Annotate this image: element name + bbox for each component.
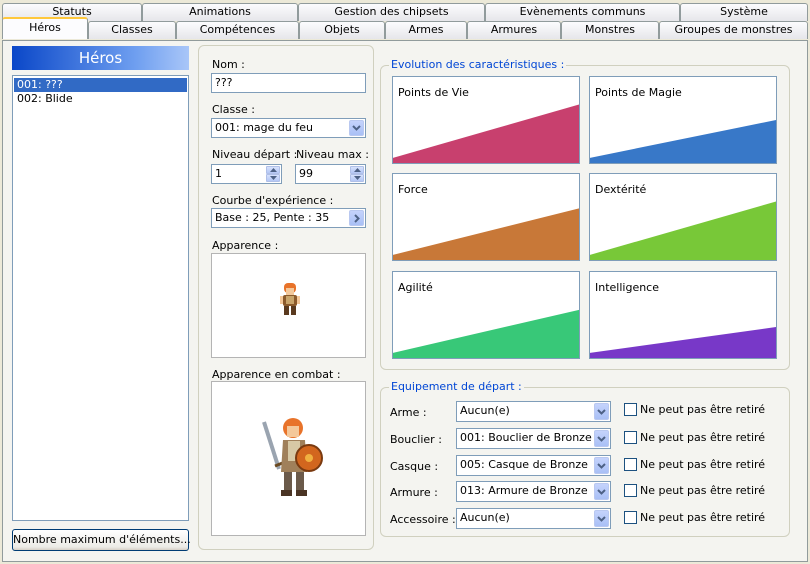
tab-classes[interactable]: Classes bbox=[88, 21, 176, 39]
stat-chart-mp[interactable]: Points de Magie bbox=[589, 76, 777, 164]
appearance-preview[interactable] bbox=[211, 253, 366, 358]
stat-chart-force[interactable]: Force bbox=[392, 173, 580, 261]
fixed-checkbox-label: Ne peut pas être retiré bbox=[640, 458, 766, 471]
equip-select[interactable]: Aucun(e) bbox=[456, 508, 611, 529]
spin-down-icon[interactable] bbox=[266, 174, 280, 182]
level-max-value: 99 bbox=[299, 167, 313, 180]
equip-value: 005: Casque de Bronze bbox=[460, 458, 588, 471]
stat-growth-area bbox=[590, 120, 776, 163]
equip-select[interactable]: 001: Bouclier de Bronze bbox=[456, 428, 611, 449]
stat-title: Points de Vie bbox=[398, 86, 469, 99]
tab-heros[interactable]: Héros bbox=[2, 17, 88, 39]
class-value: 001: mage du feu bbox=[215, 121, 313, 134]
fixed-checkbox-label: Ne peut pas être retiré bbox=[640, 511, 766, 524]
exp-label: Courbe d'expérience : bbox=[212, 194, 334, 207]
chevron-down-icon[interactable] bbox=[349, 120, 364, 136]
stat-growth-area bbox=[590, 327, 776, 358]
battle-appearance-preview[interactable] bbox=[211, 381, 366, 536]
max-elements-button[interactable]: Nombre maximum d'éléments... bbox=[12, 529, 191, 551]
battler-sprite bbox=[262, 418, 323, 496]
list-header: Héros bbox=[12, 46, 189, 70]
equip-value: Aucun(e) bbox=[460, 404, 510, 417]
stat-title: Force bbox=[398, 183, 428, 196]
stat-title: Intelligence bbox=[595, 281, 660, 294]
stat-chart-dexterite[interactable]: Dextérité bbox=[589, 173, 777, 261]
fixed-checkbox[interactable] bbox=[624, 511, 637, 524]
stat-chart-intelligence[interactable]: Intelligence bbox=[589, 271, 777, 359]
tab-evenements-communs[interactable]: Evènements communs bbox=[485, 3, 680, 21]
spin-up-icon[interactable] bbox=[266, 166, 280, 174]
name-input[interactable]: ??? bbox=[211, 73, 366, 93]
exp-value: Base : 25, Pente : 35 bbox=[215, 211, 330, 224]
equip-value: 001: Bouclier de Bronze bbox=[460, 431, 592, 444]
stat-title: Dextérité bbox=[595, 183, 647, 196]
equip-select[interactable]: 013: Armure de Bronze bbox=[456, 481, 611, 502]
stat-growth-area bbox=[393, 309, 579, 358]
tab-row-bottom: Héros Classes Compétences Objets Armes A… bbox=[0, 17, 810, 39]
chevron-down-icon[interactable] bbox=[594, 403, 609, 420]
chevron-right-icon[interactable] bbox=[349, 210, 364, 226]
equip-value: 013: Armure de Bronze bbox=[460, 484, 588, 497]
fixed-checkbox[interactable] bbox=[624, 431, 637, 444]
equipment-legend: Equipement de départ : bbox=[389, 380, 524, 393]
stat-title: Agilité bbox=[398, 281, 433, 294]
fixed-checkbox[interactable] bbox=[624, 458, 637, 471]
hero-sprite bbox=[280, 283, 300, 315]
tab-groupes-monstres[interactable]: Groupes de monstres bbox=[659, 21, 808, 39]
appearance-label: Apparence : bbox=[212, 239, 279, 252]
fixed-checkbox-label: Ne peut pas être retiré bbox=[640, 403, 766, 416]
tab-row-top: Statuts Animations Gestion des chipsets … bbox=[0, 3, 810, 21]
stat-chart-hp[interactable]: Points de Vie bbox=[392, 76, 580, 164]
tab-armures[interactable]: Armures bbox=[467, 21, 561, 39]
level-max-input[interactable]: 99 bbox=[295, 164, 366, 184]
fixed-checkbox-label: Ne peut pas être retiré bbox=[640, 484, 766, 497]
level-start-value: 1 bbox=[215, 167, 222, 180]
equip-label: Accessoire : bbox=[390, 513, 456, 526]
battle-appearance-label: Apparence en combat : bbox=[212, 368, 341, 381]
exp-curve-field[interactable]: Base : 25, Pente : 35 bbox=[211, 208, 366, 228]
tab-animations[interactable]: Animations bbox=[142, 3, 298, 21]
tab-armes[interactable]: Armes bbox=[385, 21, 467, 39]
stat-growth-area bbox=[590, 201, 776, 260]
chevron-down-icon[interactable] bbox=[594, 430, 609, 447]
equip-label: Casque : bbox=[390, 460, 439, 473]
tab-competences[interactable]: Compétences bbox=[176, 21, 299, 39]
list-item[interactable]: 002: Blide bbox=[14, 92, 187, 106]
stat-chart-agilite[interactable]: Agilité bbox=[392, 271, 580, 359]
stats-legend: Evolution des caractéristiques : bbox=[389, 58, 567, 71]
stat-growth-area bbox=[393, 208, 579, 260]
level-start-label: Niveau départ : bbox=[212, 148, 298, 161]
chevron-down-icon[interactable] bbox=[594, 457, 609, 474]
equip-label: Armure : bbox=[390, 486, 438, 499]
heros-list[interactable]: 001: ??? 002: Blide bbox=[12, 75, 189, 521]
level-max-label: Niveau max : bbox=[296, 148, 369, 161]
tab-objets[interactable]: Objets bbox=[299, 21, 385, 39]
fixed-checkbox-label: Ne peut pas être retiré bbox=[640, 431, 766, 444]
equip-label: Arme : bbox=[390, 406, 427, 419]
chevron-down-icon[interactable] bbox=[594, 483, 609, 500]
chevron-down-icon[interactable] bbox=[594, 510, 609, 527]
stat-growth-area bbox=[393, 104, 579, 163]
tab-systeme[interactable]: Système bbox=[680, 3, 808, 21]
equip-select[interactable]: Aucun(e) bbox=[456, 401, 611, 422]
list-item[interactable]: 001: ??? bbox=[14, 78, 187, 92]
equip-value: Aucun(e) bbox=[460, 511, 510, 524]
class-select[interactable]: 001: mage du feu bbox=[211, 118, 366, 138]
equip-label: Bouclier : bbox=[390, 433, 442, 446]
name-label: Nom : bbox=[212, 58, 245, 71]
spin-down-icon[interactable] bbox=[350, 174, 364, 182]
spin-up-icon[interactable] bbox=[350, 166, 364, 174]
fixed-checkbox[interactable] bbox=[624, 484, 637, 497]
tab-monstres[interactable]: Monstres bbox=[561, 21, 659, 39]
level-start-input[interactable]: 1 bbox=[211, 164, 282, 184]
class-label: Classe : bbox=[212, 103, 255, 116]
tab-gestion-chipsets[interactable]: Gestion des chipsets bbox=[298, 3, 485, 21]
fixed-checkbox[interactable] bbox=[624, 403, 637, 416]
stat-title: Points de Magie bbox=[595, 86, 682, 99]
equip-select[interactable]: 005: Casque de Bronze bbox=[456, 455, 611, 476]
